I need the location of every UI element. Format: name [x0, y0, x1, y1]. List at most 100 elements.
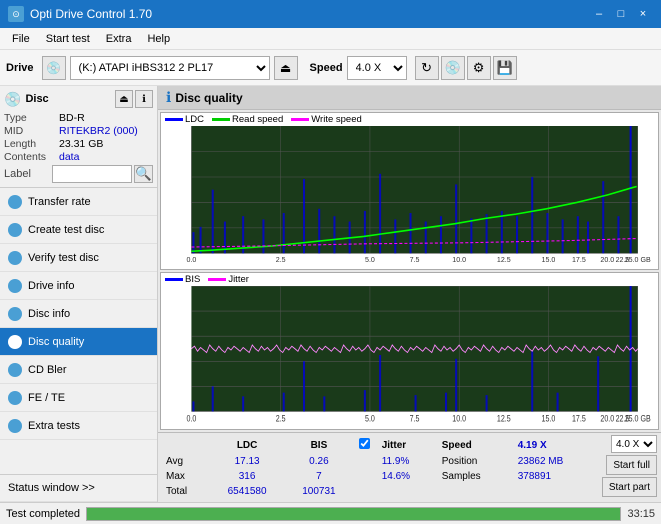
- disc-info-icon: [8, 307, 22, 321]
- disc-button[interactable]: 💿: [441, 56, 465, 80]
- stats-bottom: LDC BIS Jitter Speed 4.19 X Avg 17.13 0.…: [158, 432, 661, 502]
- svg-text:8X: 8X: [642, 197, 651, 206]
- disc-contents-value: data: [59, 151, 79, 163]
- close-button[interactable]: ×: [633, 5, 653, 23]
- drive-select[interactable]: (K:) ATAPI iHBS312 2 PL17: [70, 56, 270, 80]
- stats-avg-label: Avg: [164, 455, 211, 468]
- svg-text:14X: 14X: [642, 153, 655, 162]
- refresh-button[interactable]: ↻: [415, 56, 439, 80]
- sidebar-item-transfer-rate[interactable]: Transfer rate: [0, 188, 157, 216]
- svg-text:100: 100: [178, 225, 190, 234]
- sidebar-item-drive-info[interactable]: Drive info: [0, 272, 157, 300]
- drive-label: Drive: [6, 62, 34, 74]
- sidebar-item-fe-te-label: FE / TE: [28, 392, 65, 404]
- status-window-label: Status window >>: [8, 482, 95, 494]
- svg-text:12.5: 12.5: [497, 255, 511, 264]
- disc-info-button[interactable]: ℹ: [135, 90, 153, 108]
- disc-quality-icon: [8, 335, 22, 349]
- svg-text:10.0: 10.0: [452, 255, 466, 264]
- sidebar-item-fe-te[interactable]: FE / TE: [0, 384, 157, 412]
- sidebar-item-transfer-rate-label: Transfer rate: [28, 196, 91, 208]
- svg-text:4: 4: [185, 384, 189, 394]
- disc-type-row: Type BD-R: [4, 112, 153, 124]
- speed-select[interactable]: 4.0 X: [347, 56, 407, 80]
- legend-jitter-label: Jitter: [228, 274, 249, 285]
- stats-table: LDC BIS Jitter Speed 4.19 X Avg 17.13 0.…: [162, 435, 602, 500]
- stats-speed-dropdown[interactable]: 4.0 X: [611, 435, 657, 453]
- svg-text:15.0: 15.0: [542, 414, 556, 424]
- stats-max-bis: 7: [289, 470, 355, 483]
- fe-te-icon: [8, 391, 22, 405]
- sidebar-item-extra-tests[interactable]: Extra tests: [0, 412, 157, 440]
- svg-text:5.0: 5.0: [365, 414, 375, 424]
- svg-text:16%: 16%: [642, 308, 656, 318]
- legend-write-speed: Write speed: [291, 114, 362, 125]
- minimize-button[interactable]: –: [589, 5, 609, 23]
- sidebar-item-create-test-disc-label: Create test disc: [28, 224, 104, 236]
- titlebar-left: ⊙ Opti Drive Control 1.70: [8, 6, 152, 22]
- chart2-svg: 10 9 8 7 6 5 4 3 2 1 20% 16% 12% 8% 4%: [161, 286, 658, 424]
- position-value: 23862 MB: [516, 455, 600, 468]
- sidebar-status-window[interactable]: Status window >>: [0, 474, 157, 502]
- svg-text:20.0: 20.0: [600, 255, 614, 264]
- svg-text:25.0 GB: 25.0 GB: [625, 255, 651, 264]
- svg-text:7.5: 7.5: [410, 255, 420, 264]
- disc-contents-label: Contents: [4, 151, 59, 163]
- legend-bis-label: BIS: [185, 274, 200, 285]
- legend-ldc: LDC: [165, 114, 204, 125]
- stats-header-ldc: LDC: [213, 437, 287, 453]
- sidebar-item-disc-info[interactable]: Disc info: [0, 300, 157, 328]
- start-full-button[interactable]: Start full: [606, 455, 657, 475]
- menu-extra[interactable]: Extra: [98, 31, 140, 47]
- svg-text:9: 9: [185, 308, 189, 318]
- chart1-legend: LDC Read speed Write speed: [161, 113, 658, 126]
- settings-button[interactable]: ⚙: [467, 56, 491, 80]
- sidebar-item-cd-bler[interactable]: CD Bler: [0, 356, 157, 384]
- titlebar: ⊙ Opti Drive Control 1.70 – □ ×: [0, 0, 661, 28]
- stats-avg-bis: 0.26: [289, 455, 355, 468]
- disc-mid-value: RITEKBR2 (000): [59, 125, 138, 137]
- disc-length-row: Length 23.31 GB: [4, 138, 153, 150]
- chart-ldc: LDC Read speed Write speed: [160, 112, 659, 270]
- sidebar-item-verify-test-disc-label: Verify test disc: [28, 252, 99, 264]
- svg-text:10: 10: [182, 286, 190, 293]
- sidebar-item-disc-quality[interactable]: Disc quality: [0, 328, 157, 356]
- svg-text:6X: 6X: [642, 212, 651, 221]
- disc-type-label: Type: [4, 112, 59, 124]
- svg-text:350: 350: [178, 149, 190, 158]
- menu-help[interactable]: Help: [139, 31, 178, 47]
- chart2-legend: BIS Jitter: [161, 273, 658, 286]
- extra-tests-icon: [8, 419, 22, 433]
- status-text: Test completed: [6, 508, 80, 520]
- app-title: Opti Drive Control 1.70: [30, 7, 152, 21]
- eject-button[interactable]: ⏏: [274, 56, 298, 80]
- svg-text:5.0: 5.0: [365, 255, 375, 264]
- menu-file[interactable]: File: [4, 31, 38, 47]
- disc-label-input[interactable]: [52, 165, 132, 183]
- maximize-button[interactable]: □: [611, 5, 631, 23]
- disc-header: 💿 Disc ⏏ ℹ: [4, 90, 153, 108]
- menu-start-test[interactable]: Start test: [38, 31, 98, 47]
- menubar: File Start test Extra Help: [0, 28, 661, 50]
- drivebar: Drive 💿 (K:) ATAPI iHBS312 2 PL17 ⏏ Spee…: [0, 50, 661, 86]
- legend-write-speed-color: [291, 118, 309, 121]
- jitter-checkbox[interactable]: [359, 438, 370, 449]
- stats-total-bis: 100731: [289, 485, 355, 498]
- svg-text:10X: 10X: [642, 183, 655, 192]
- stats-speed-label: Speed: [440, 437, 514, 453]
- disc-label-search-button[interactable]: 🔍: [134, 165, 153, 183]
- disc-eject-button[interactable]: ⏏: [115, 90, 133, 108]
- svg-text:4X: 4X: [642, 227, 651, 236]
- svg-text:0.0: 0.0: [187, 414, 197, 424]
- legend-bis-color: [165, 278, 183, 281]
- save-button[interactable]: 💾: [493, 56, 517, 80]
- svg-text:15.0: 15.0: [542, 255, 556, 264]
- start-part-button[interactable]: Start part: [602, 477, 657, 497]
- sidebar-item-create-test-disc[interactable]: Create test disc: [0, 216, 157, 244]
- disc-section-title: Disc: [25, 93, 48, 105]
- svg-text:400: 400: [178, 126, 190, 132]
- legend-ldc-color: [165, 118, 183, 121]
- drive-icon: 💿: [42, 56, 66, 80]
- sidebar-item-verify-test-disc[interactable]: Verify test disc: [0, 244, 157, 272]
- disc-label-row: Label 🔍: [4, 165, 153, 183]
